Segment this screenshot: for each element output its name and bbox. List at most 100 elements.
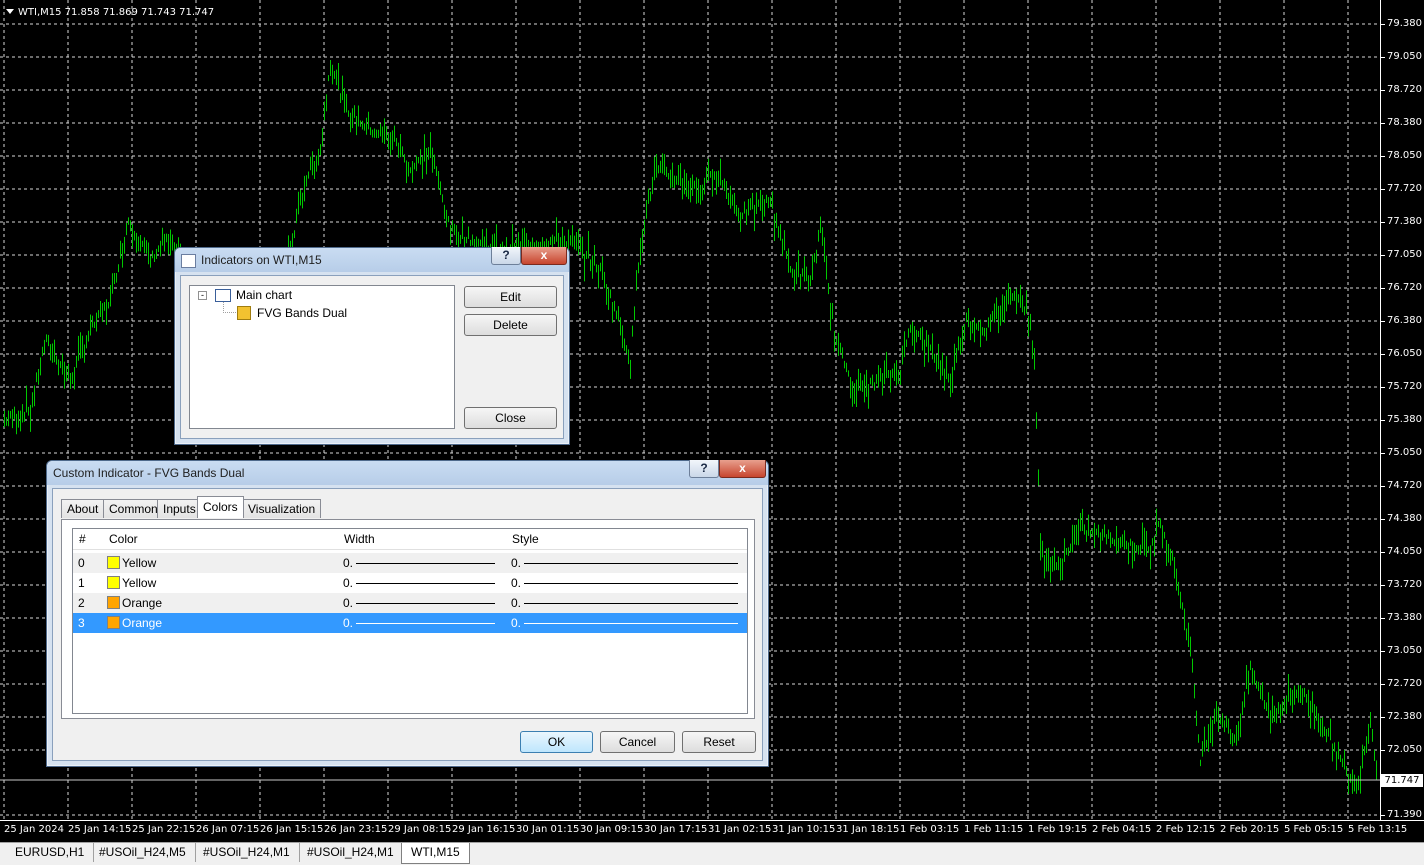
tab-colors[interactable]: Colors	[197, 496, 244, 518]
price-label: 73.720	[1387, 579, 1422, 590]
price-tick	[1381, 815, 1385, 816]
price-label: 73.380	[1387, 612, 1422, 623]
color-cell[interactable]: Yellow	[107, 573, 156, 593]
column-header-index: #	[79, 532, 86, 546]
edit-button[interactable]: Edit	[464, 286, 557, 308]
price-tick	[1381, 651, 1385, 652]
price-label: 71.390	[1387, 809, 1422, 820]
price-tick	[1381, 57, 1385, 58]
time-label: 26 Jan 15:15	[260, 824, 324, 835]
style-cell[interactable]: 0.	[511, 573, 521, 593]
color-cell[interactable]: Orange	[107, 613, 162, 633]
tree-item-main-chart[interactable]: Main chart	[236, 288, 292, 302]
width-cell[interactable]: 0.	[343, 613, 353, 633]
price-label: 72.720	[1387, 678, 1422, 689]
custom-indicator-titlebar[interactable]: Custom Indicator - FVG Bands Dual ? x	[47, 460, 768, 485]
color-swatch	[107, 576, 120, 589]
price-tick	[1381, 222, 1385, 223]
style-cell[interactable]: 0.	[511, 593, 521, 613]
price-tick	[1381, 189, 1385, 190]
tab-inputs[interactable]: Inputs	[157, 499, 202, 518]
tab-visualization[interactable]: Visualization	[242, 499, 322, 518]
price-label: 72.050	[1387, 744, 1422, 755]
indicators-close-x-button[interactable]: x	[521, 247, 567, 265]
width-cell[interactable]: 0.	[343, 553, 353, 573]
indicators-dialog-titlebar[interactable]: Indicators on WTI,M15 ? x	[175, 247, 569, 272]
style-cell[interactable]: 0.	[511, 553, 521, 573]
table-row-selected[interactable]: 3 Orange 0. 0.	[73, 613, 747, 633]
price-tick	[1381, 519, 1385, 520]
chart-tab-usoil-m1-2[interactable]: #USOil_H24,M1	[298, 843, 404, 862]
row-index: 0	[78, 556, 85, 570]
close-button[interactable]: Close	[464, 407, 557, 429]
style-line-sample	[524, 563, 738, 564]
time-label: 29 Jan 16:15	[452, 824, 516, 835]
width-line-sample	[356, 603, 495, 604]
indicators-help-button[interactable]: ?	[491, 247, 521, 265]
color-cell[interactable]: Yellow	[107, 553, 156, 573]
price-tick	[1381, 321, 1385, 322]
price-label: 78.720	[1387, 84, 1422, 95]
table-row[interactable]: 0 Yellow 0. 0.	[73, 553, 747, 573]
price-label: 75.380	[1387, 414, 1422, 425]
row-index: 2	[78, 596, 85, 610]
indicators-dialog: Indicators on WTI,M15 ? x - Main chart F…	[174, 247, 570, 445]
reset-button[interactable]: Reset	[682, 731, 756, 753]
chart-tab-usoil-m1[interactable]: #USOil_H24,M1	[194, 843, 300, 862]
width-line-sample	[356, 563, 495, 564]
time-label: 2 Feb 04:15	[1092, 824, 1152, 835]
time-label: 25 Jan 2024	[4, 824, 64, 835]
time-axis: 25 Jan 2024 25 Jan 14:15 25 Jan 22:15 26 Ja…	[0, 820, 1424, 843]
collapse-icon[interactable]: -	[198, 291, 207, 300]
price-label: 74.380	[1387, 513, 1422, 524]
width-cell[interactable]: 0.	[343, 573, 353, 593]
custom-indicator-dialog: Custom Indicator - FVG Bands Dual ? x Ab…	[46, 460, 769, 767]
cancel-button[interactable]: Cancel	[600, 731, 675, 753]
tab-common[interactable]: Common	[103, 499, 164, 518]
price-tick	[1381, 750, 1385, 751]
indicators-dialog-title: Indicators on WTI,M15	[201, 253, 322, 267]
color-name: Yellow	[122, 576, 157, 590]
indicator-icon	[237, 306, 251, 320]
table-row[interactable]: 1 Yellow 0. 0.	[73, 573, 747, 593]
chart-tab-usoil-m5[interactable]: #USOil_H24,M5	[90, 843, 196, 862]
price-label: 74.720	[1387, 480, 1422, 491]
indicators-dialog-body: - Main chart FVG Bands Dual Edit Delete …	[180, 275, 564, 439]
price-tick	[1381, 717, 1385, 718]
style-cell[interactable]: 0.	[511, 613, 521, 633]
time-label: 5 Feb 13:15	[1348, 824, 1408, 835]
tab-about[interactable]: About	[61, 499, 105, 518]
price-tick	[1381, 255, 1385, 256]
price-label: 73.050	[1387, 645, 1422, 656]
grid-header: # Color Width Style	[73, 529, 747, 550]
price-label: 78.050	[1387, 150, 1422, 161]
triangle-down-icon	[6, 9, 14, 14]
chart-tab-eurusd-h1[interactable]: EURUSD,H1	[6, 843, 95, 862]
chart-symbol-header: WTI,M15 71.858 71.869 71.743 71.747	[6, 7, 214, 18]
table-row[interactable]: 2 Orange 0. 0.	[73, 593, 747, 613]
style-line-sample	[524, 623, 738, 624]
price-label: 77.380	[1387, 216, 1422, 227]
tree-item-fvg-bands-dual[interactable]: FVG Bands Dual	[257, 306, 347, 320]
chart-symbol-text: WTI,M15 71.858 71.869 71.743 71.747	[18, 7, 215, 18]
price-label: 77.050	[1387, 249, 1422, 260]
time-label: 30 Jan 09:15	[580, 824, 644, 835]
colors-tab-panel: # Color Width Style 0 Yellow 0. 0. 1 Yel…	[61, 519, 755, 719]
time-label: 1 Feb 11:15	[964, 824, 1024, 835]
custom-close-x-button[interactable]: x	[719, 460, 766, 478]
color-swatch	[107, 596, 120, 609]
ok-button[interactable]: OK	[520, 731, 593, 753]
time-label: 1 Feb 03:15	[900, 824, 960, 835]
color-name: Orange	[122, 596, 163, 610]
price-label: 79.380	[1387, 18, 1422, 29]
chart-tab-wti-m15[interactable]: WTI,M15	[401, 843, 470, 864]
color-cell[interactable]: Orange	[107, 593, 162, 613]
color-name: Orange	[122, 616, 163, 630]
indicators-tree[interactable]: - Main chart FVG Bands Dual	[189, 285, 455, 429]
time-label: 2 Feb 12:15	[1156, 824, 1216, 835]
delete-button[interactable]: Delete	[464, 314, 557, 336]
custom-help-button[interactable]: ?	[689, 460, 719, 478]
price-tick	[1381, 354, 1385, 355]
width-cell[interactable]: 0.	[343, 593, 353, 613]
colors-grid[interactable]: # Color Width Style 0 Yellow 0. 0. 1 Yel…	[72, 528, 748, 714]
